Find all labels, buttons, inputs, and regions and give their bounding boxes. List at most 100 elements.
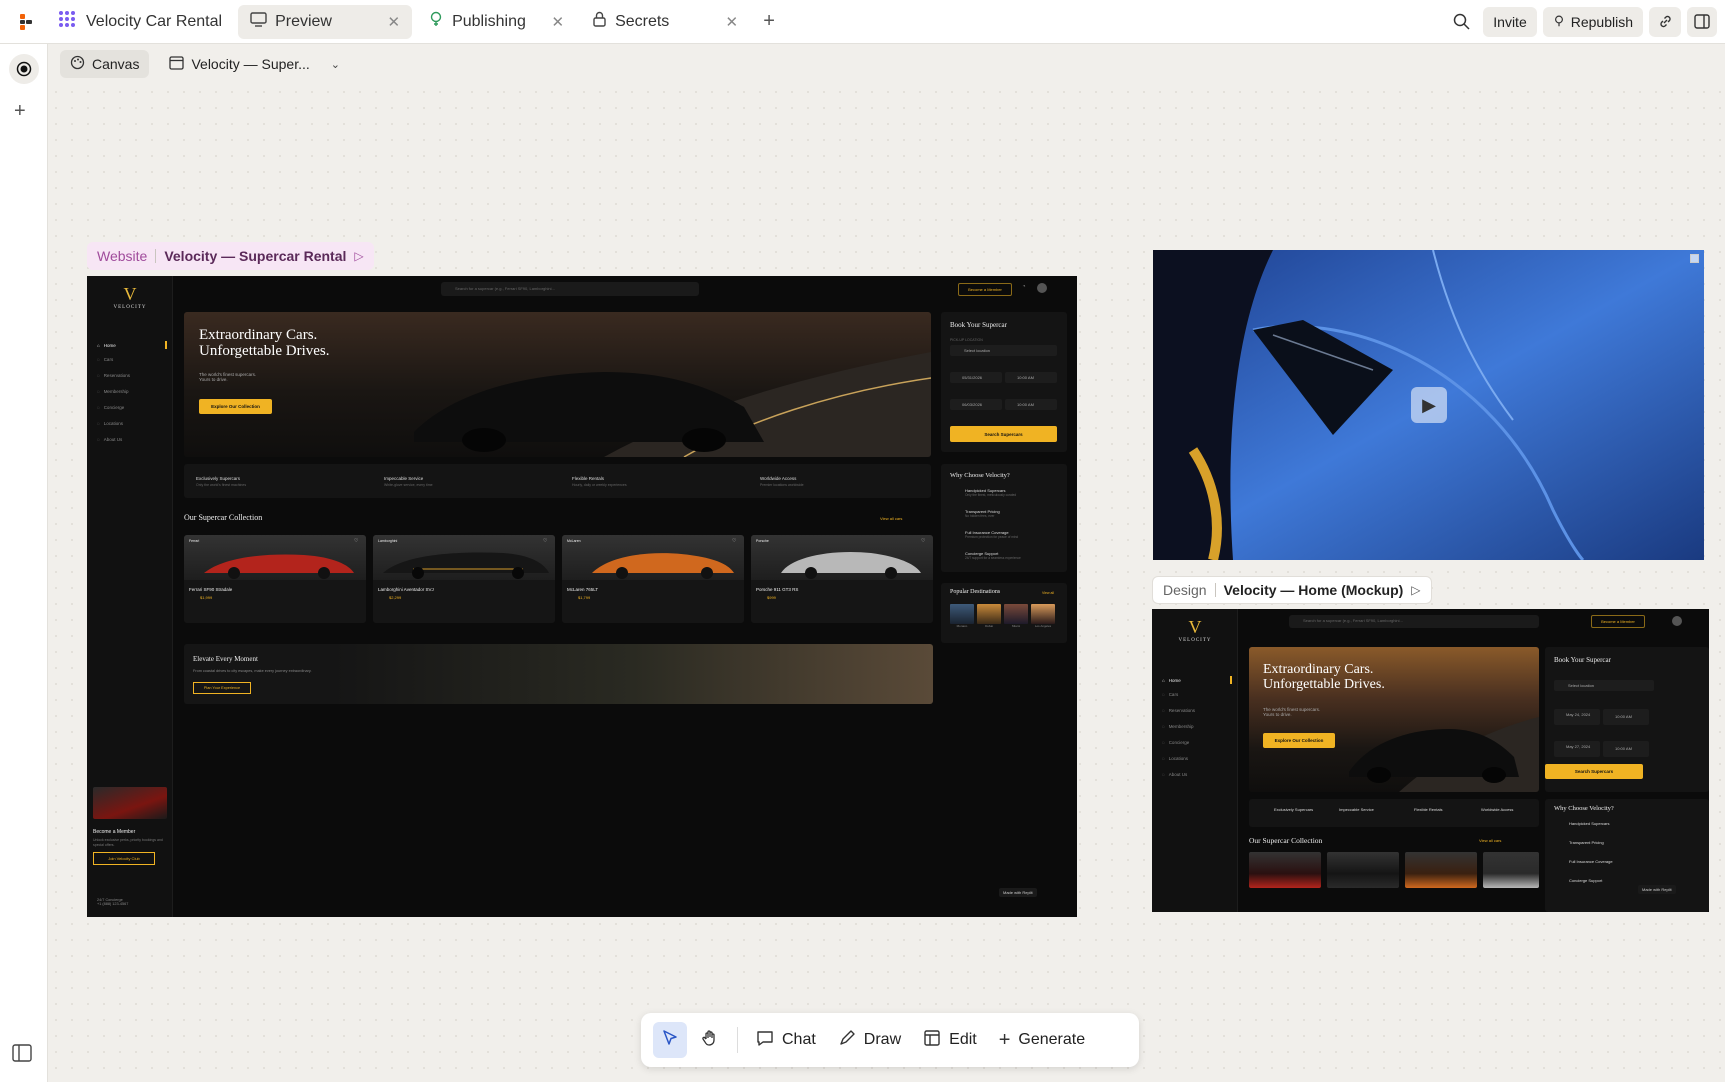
become-member-button[interactable]: Become a Member bbox=[958, 283, 1012, 296]
car-card[interactable]: Porsche Porsche 911 GT3 RS $999 ♡ bbox=[751, 535, 933, 623]
return-time-input[interactable]: 10:00 AM bbox=[1603, 741, 1649, 757]
edit-button[interactable]: Edit bbox=[915, 1022, 985, 1058]
made-with-replit-badge[interactable]: Made with Replit bbox=[1638, 885, 1676, 894]
pickup-location-select[interactable]: Select location bbox=[1554, 680, 1654, 691]
play-icon[interactable]: ▷ bbox=[354, 249, 363, 263]
pickup-time-input[interactable]: 10:00 AM bbox=[1005, 372, 1057, 383]
heart-icon[interactable]: ♡ bbox=[921, 538, 925, 544]
bell-icon[interactable]: ◔ bbox=[1022, 284, 1026, 290]
close-icon[interactable]: ✕ bbox=[387, 13, 400, 31]
view-all-cars-link[interactable]: View all cars bbox=[880, 516, 902, 521]
tab-publishing[interactable]: Publishing ✕ bbox=[416, 5, 576, 39]
car-card[interactable]: Ferrari Ferrari SF90 Stradale $1,999 ♡ bbox=[184, 535, 366, 623]
link-icon[interactable] bbox=[1649, 6, 1681, 37]
nav-item-reservations[interactable]: ◌ Reservations bbox=[97, 373, 130, 378]
nav-item-concierge[interactable]: ◌ Concierge bbox=[97, 405, 124, 410]
destination-item[interactable]: Monaco bbox=[950, 604, 974, 628]
home-icon: ⌂ bbox=[97, 342, 100, 348]
heart-icon[interactable]: ♡ bbox=[354, 538, 358, 544]
expand-icon[interactable] bbox=[1690, 254, 1699, 263]
add-icon[interactable]: + bbox=[14, 100, 26, 123]
design-frame[interactable]: V VELOCITY ⌂ Home ◌ Cars ◌ Reservations ◌ Me… bbox=[1152, 609, 1709, 912]
nav-item-about[interactable]: ◌ About Us bbox=[97, 437, 122, 442]
layout-icon bbox=[923, 1029, 941, 1052]
destination-item[interactable]: Los Angeles bbox=[1031, 604, 1055, 628]
car-card[interactable]: McLaren McLaren 765LT $1,799 ♡ bbox=[562, 535, 744, 623]
generate-button[interactable]: + Generate bbox=[991, 1022, 1093, 1058]
search-supercars-button[interactable]: Search Supercars bbox=[950, 426, 1057, 442]
tab-preview[interactable]: Preview ✕ bbox=[238, 4, 413, 39]
design-search-input[interactable]: Search for a supercar (e.g., Ferrari SF9… bbox=[1289, 615, 1539, 628]
site-brand[interactable]: V VELOCITY bbox=[87, 284, 173, 310]
app-title[interactable]: Velocity Car Rental bbox=[52, 0, 238, 44]
destination-item[interactable]: Miami bbox=[1004, 604, 1028, 628]
join-club-button[interactable]: Join Velocity Club bbox=[93, 852, 155, 866]
destination-item[interactable]: Dubai bbox=[977, 604, 1001, 628]
nav-item-membership[interactable]: ◌ Membership bbox=[97, 389, 128, 394]
nav-item-membership[interactable]: ◌ Membership bbox=[1162, 724, 1193, 729]
play-button[interactable]: ▶ bbox=[1411, 387, 1447, 423]
sidebar-toggle-icon[interactable] bbox=[12, 1044, 32, 1067]
replit-logo-icon[interactable] bbox=[0, 0, 52, 44]
page-selector[interactable]: Velocity — Super... ⌄ bbox=[159, 50, 350, 78]
view-all-cars-link[interactable]: View all cars bbox=[1479, 838, 1501, 843]
car-card[interactable]: Lamborghini Lamborghini Aventador SVJ $2… bbox=[373, 535, 555, 623]
play-icon[interactable]: ▷ bbox=[1411, 583, 1420, 597]
republish-button[interactable]: Republish bbox=[1542, 6, 1643, 37]
heart-icon[interactable]: ♡ bbox=[732, 538, 736, 544]
pickup-time-input[interactable]: 10:00 AM bbox=[1603, 709, 1649, 725]
explore-collection-button[interactable]: Explore Our Collection bbox=[199, 399, 272, 414]
return-time-input[interactable]: 10:00 AM bbox=[1005, 399, 1057, 410]
close-icon[interactable]: ✕ bbox=[551, 13, 564, 31]
close-icon[interactable]: ✕ bbox=[725, 13, 738, 31]
explore-collection-button[interactable]: Explore Our Collection bbox=[1263, 733, 1335, 748]
pickup-date-input[interactable]: 05/31/2026 bbox=[950, 372, 1002, 383]
site-search-input[interactable]: Search for a supercar (e.g., Ferrari SF9… bbox=[441, 282, 699, 296]
tab-secrets[interactable]: Secrets ✕ bbox=[580, 5, 750, 39]
made-with-replit-badge[interactable]: Made with Replit bbox=[999, 888, 1037, 897]
record-icon[interactable] bbox=[9, 54, 39, 84]
nav-item-locations[interactable]: ◌ Locations bbox=[1162, 756, 1188, 761]
pickup-location-select[interactable]: Select location bbox=[950, 345, 1057, 356]
invite-button[interactable]: Invite bbox=[1483, 6, 1537, 37]
become-member-button[interactable]: Become a Member bbox=[1591, 615, 1645, 628]
pan-tool-button[interactable] bbox=[693, 1022, 727, 1058]
search-icon[interactable] bbox=[1445, 7, 1477, 37]
nav-item-concierge[interactable]: ◌ Concierge bbox=[1162, 740, 1189, 745]
video-frame[interactable]: ▶ bbox=[1153, 250, 1704, 560]
panel-toggle-icon[interactable] bbox=[1687, 6, 1717, 37]
nav-item-about[interactable]: ◌ About Us bbox=[1162, 772, 1187, 777]
avatar[interactable] bbox=[1037, 283, 1047, 293]
design-frame-label[interactable]: Design Velocity — Home (Mockup) ▷ bbox=[1152, 576, 1432, 604]
design-brand[interactable]: V VELOCITY bbox=[1152, 617, 1238, 643]
search-supercars-button[interactable]: Search Supercars bbox=[1545, 764, 1643, 779]
car-thumb[interactable] bbox=[1249, 852, 1321, 888]
website-frame[interactable]: V VELOCITY ⌂ Home ◌ Cars ◌ Reservations ◌ Me… bbox=[87, 276, 1077, 917]
car-thumb[interactable] bbox=[1483, 852, 1539, 888]
website-frame-label[interactable]: Website Velocity — Supercar Rental ▷ bbox=[87, 242, 374, 270]
car-thumb[interactable] bbox=[1327, 852, 1399, 888]
elevate-title: Elevate Every Moment bbox=[193, 655, 258, 663]
plan-experience-button[interactable]: Plan Your Experience bbox=[193, 682, 251, 694]
nav-item-cars[interactable]: ◌ Cars bbox=[97, 357, 113, 362]
avatar[interactable] bbox=[1672, 616, 1682, 626]
nav-item-home[interactable]: ⌂ Home bbox=[97, 341, 167, 349]
nav-item-locations[interactable]: ◌ Locations bbox=[97, 421, 123, 426]
chat-button[interactable]: Chat bbox=[748, 1022, 824, 1058]
return-date-input[interactable]: 06/03/2026 bbox=[950, 399, 1002, 410]
heart-icon[interactable]: ♡ bbox=[543, 538, 547, 544]
why-item-title: Transparent Pricing bbox=[1569, 840, 1604, 845]
add-tab-button[interactable]: + bbox=[754, 7, 784, 37]
destinations-panel: Popular Destinations View all Monaco Dub… bbox=[941, 583, 1067, 643]
bell-icon: ◌ bbox=[97, 405, 100, 410]
return-date-input[interactable]: May 27, 2024 bbox=[1554, 741, 1600, 757]
draw-button[interactable]: Draw bbox=[830, 1022, 909, 1058]
canvas-button[interactable]: Canvas bbox=[60, 50, 150, 78]
car-thumb[interactable] bbox=[1405, 852, 1477, 888]
destinations-view-all[interactable]: View all bbox=[1042, 591, 1054, 595]
select-tool-button[interactable] bbox=[653, 1022, 687, 1058]
nav-item-reservations[interactable]: ◌ Reservations bbox=[1162, 708, 1195, 713]
pickup-date-input[interactable]: May 24, 2024 bbox=[1554, 709, 1600, 725]
nav-item-cars[interactable]: ◌ Cars bbox=[1162, 692, 1178, 697]
nav-item-home[interactable]: ⌂ Home bbox=[1162, 676, 1232, 684]
